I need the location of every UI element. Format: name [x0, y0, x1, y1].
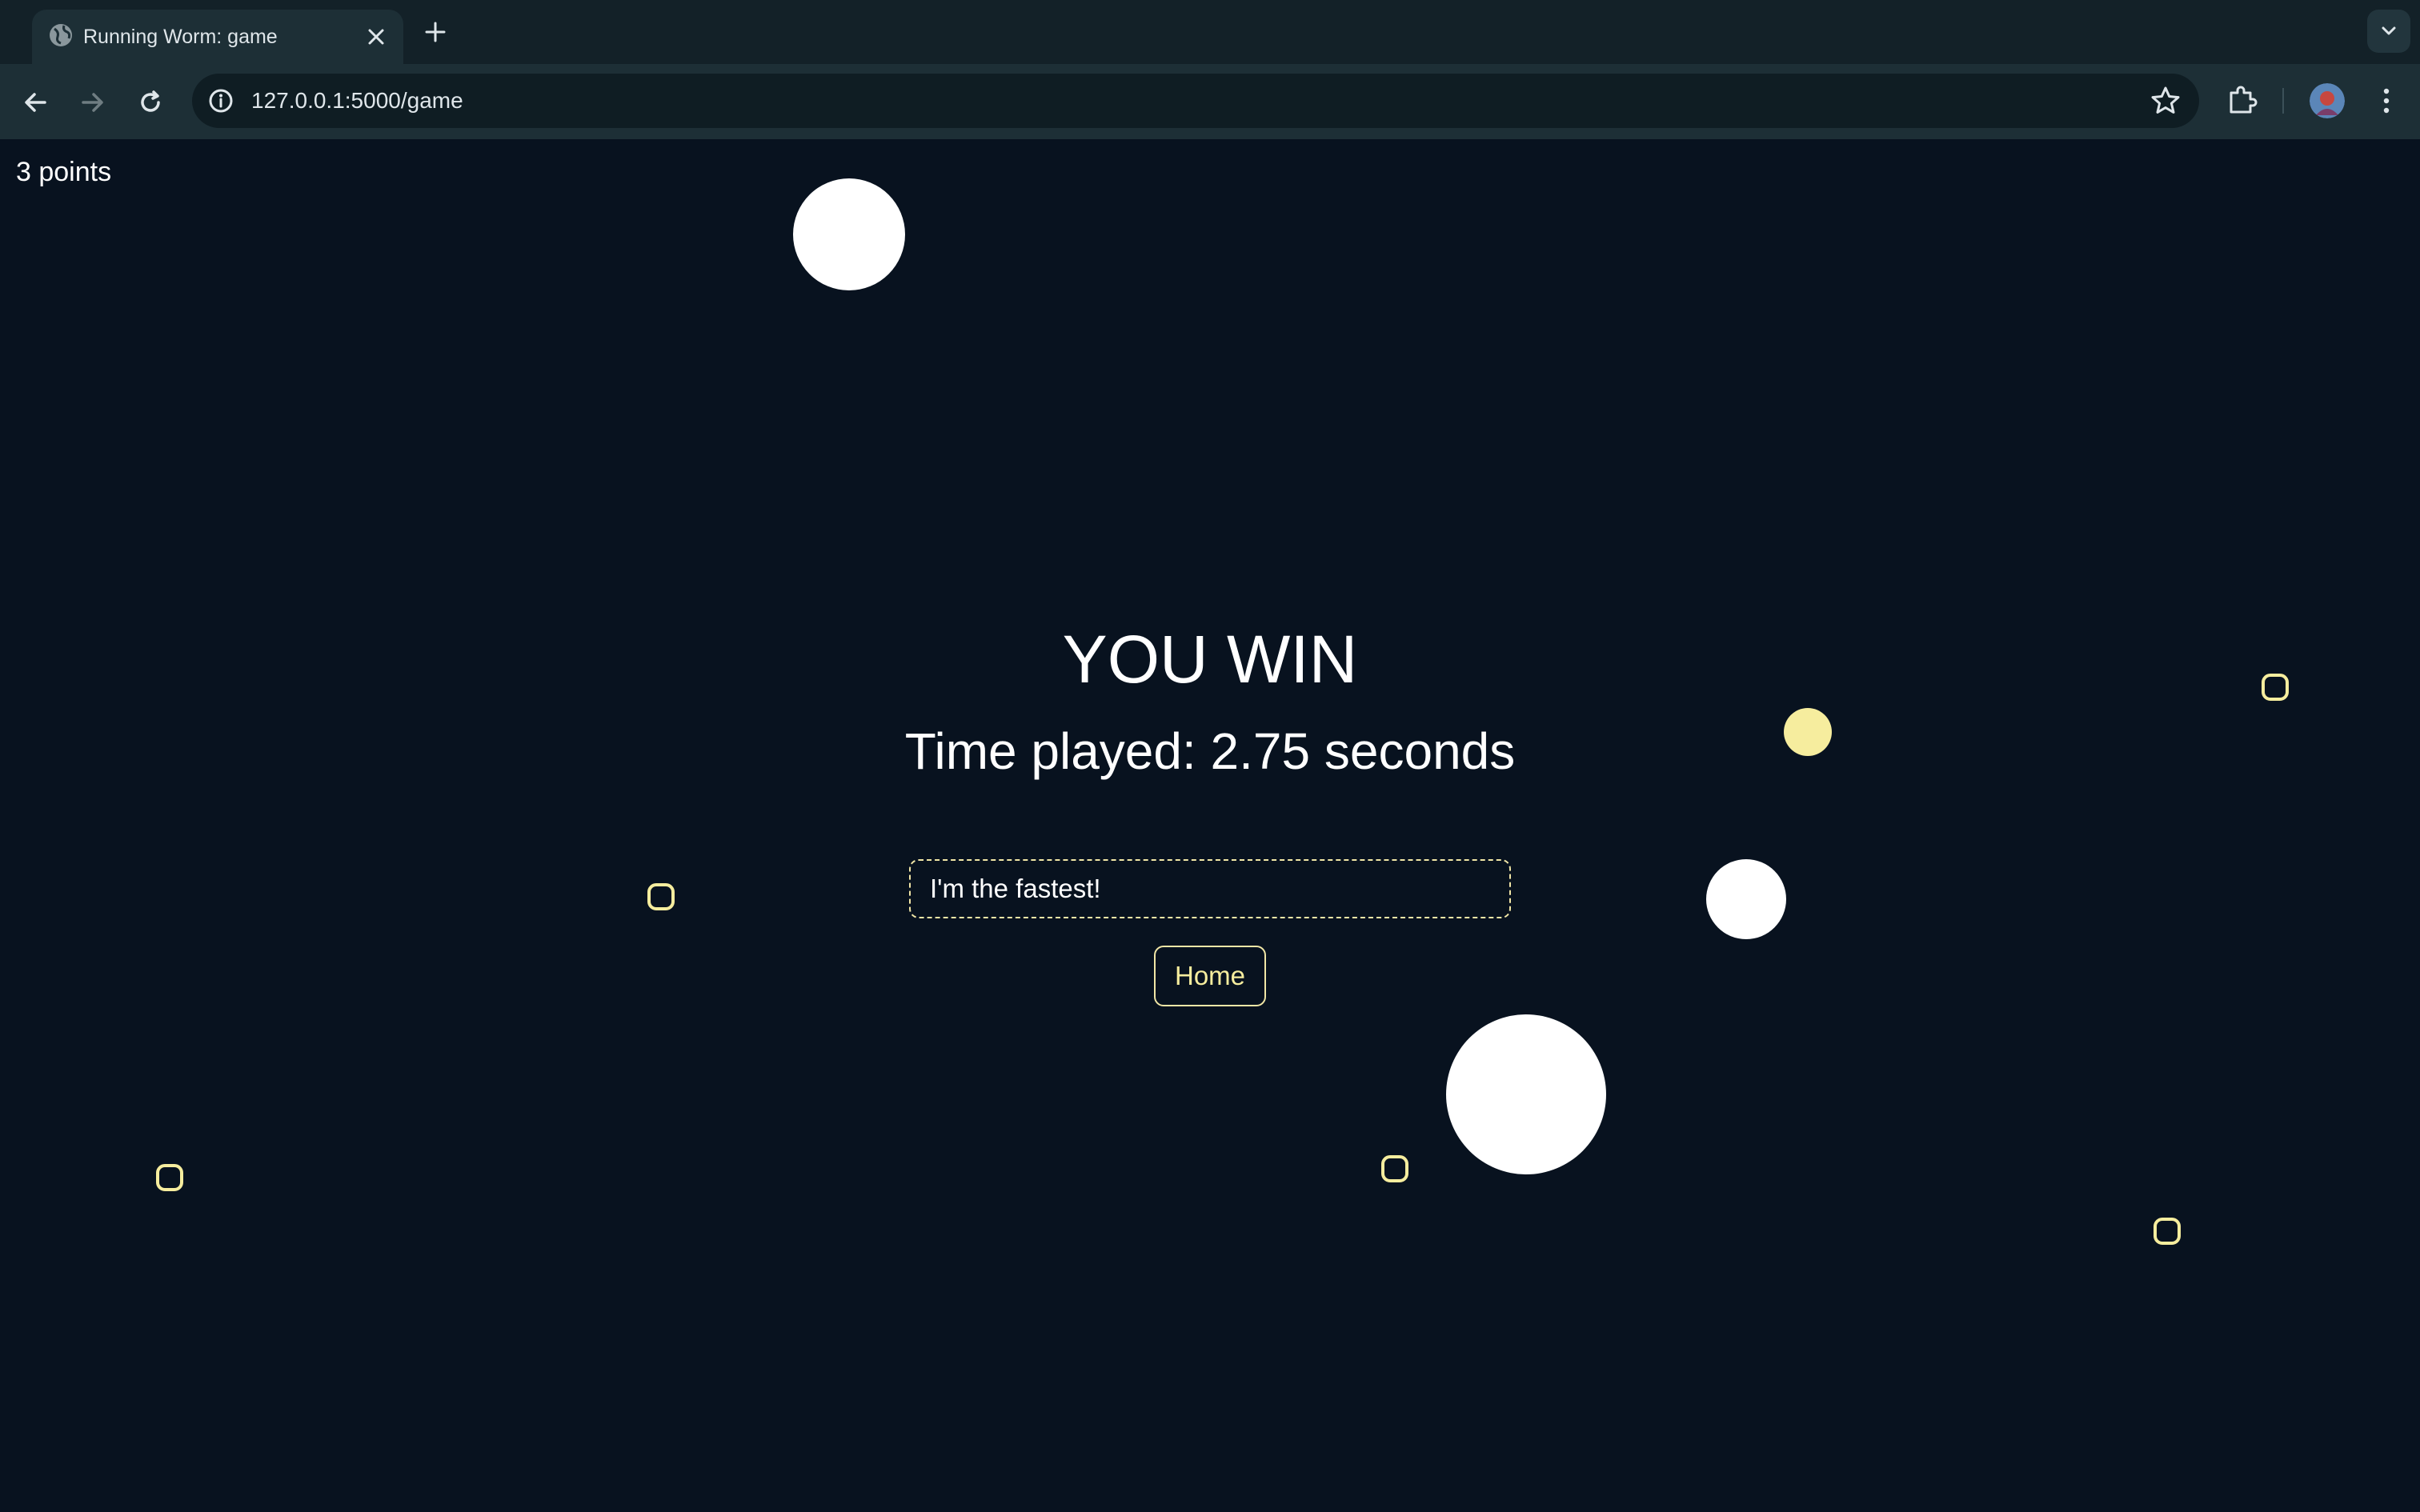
- info-icon[interactable]: [206, 86, 235, 115]
- food-square: [156, 1164, 183, 1191]
- avatar[interactable]: [2310, 83, 2345, 118]
- home-button[interactable]: Home: [1154, 946, 1266, 1006]
- result-title: YOU WIN: [1062, 622, 1358, 697]
- tab-title: Running Worm: game: [83, 26, 278, 48]
- chevron-down-icon[interactable]: [2367, 10, 2410, 53]
- reload-icon[interactable]: [133, 85, 168, 120]
- browser-chrome: Running Worm: game 127.0.0.1:5000/game: [0, 0, 2420, 139]
- toolbar-divider: [2282, 88, 2284, 114]
- back-arrow-icon[interactable]: [18, 85, 53, 120]
- game-canvas: [156, 178, 2289, 1245]
- puzzle-icon[interactable]: [2225, 83, 2260, 118]
- address-bar[interactable]: 127.0.0.1:5000/game: [192, 74, 2199, 128]
- name-input[interactable]: [909, 859, 1511, 918]
- food-square: [1381, 1155, 1408, 1182]
- url-text[interactable]: 127.0.0.1:5000/game: [251, 74, 463, 128]
- globe-icon: [50, 24, 72, 46]
- plus-icon[interactable]: [419, 16, 451, 48]
- food-square: [647, 883, 675, 910]
- white-ball: [793, 178, 905, 290]
- close-icon[interactable]: [360, 21, 392, 53]
- white-ball: [1706, 859, 1786, 939]
- forward-arrow-icon[interactable]: [75, 85, 110, 120]
- food-square: [2154, 1218, 2181, 1245]
- kebab-menu-icon[interactable]: [2369, 83, 2404, 118]
- time-played: Time played: 2.75 seconds: [904, 722, 1516, 780]
- star-icon[interactable]: [2150, 85, 2182, 117]
- tab-strip: Running Worm: game: [0, 0, 2420, 64]
- tab-running-worm[interactable]: Running Worm: game: [32, 10, 403, 64]
- game-page: 3 points YOU WIN Time played: 2.75 secon…: [0, 139, 2420, 1512]
- white-ball: [1446, 1014, 1606, 1174]
- score-label: 3 points: [16, 157, 112, 187]
